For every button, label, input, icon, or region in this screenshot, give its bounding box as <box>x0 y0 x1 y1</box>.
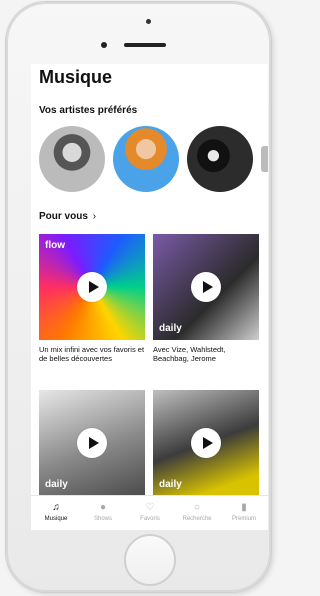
front-camera <box>146 19 151 24</box>
artist-avatar-peek[interactable] <box>261 146 268 172</box>
tab-favoris[interactable]: ♡ Favoris <box>127 502 173 528</box>
tab-label-musique: Musique <box>44 516 68 522</box>
tab-recherche[interactable]: ○ Recherche <box>174 502 220 528</box>
bars-icon: ▮ <box>241 502 247 513</box>
home-button[interactable] <box>124 534 176 586</box>
tab-bar: ♫ Musique ● Shows ♡ Favoris ○ Recherche … <box>31 495 268 530</box>
artist-avatar-1[interactable] <box>39 126 105 192</box>
tab-premium[interactable]: ▮ Premium <box>221 502 267 528</box>
daily-card-2[interactable]: daily <box>39 390 145 496</box>
music-note-icon: ♫ <box>52 502 60 513</box>
daily-description-1: Avec Vize, Wahlstedt, Beachbag, Jerome <box>153 345 226 363</box>
favorites-section-title: Vos artistes préférés <box>39 105 138 116</box>
flow-card[interactable]: flow <box>39 234 145 340</box>
play-icon[interactable] <box>191 428 221 458</box>
search-icon: ○ <box>193 502 201 513</box>
tab-label-recherche: Recherche <box>182 516 212 522</box>
page-title: Musique <box>39 67 113 87</box>
tab-label-shows: Shows <box>93 516 112 522</box>
tab-label-premium: Premium <box>231 516 256 522</box>
flow-badge: flow <box>45 240 65 251</box>
tab-shows[interactable]: ● Shows <box>80 502 126 528</box>
daily-badge: daily <box>159 323 182 334</box>
tab-label-favoris: Favoris <box>140 516 160 522</box>
daily-badge: daily <box>45 479 68 490</box>
artist-avatar-3[interactable] <box>187 126 253 192</box>
play-icon[interactable] <box>77 272 107 302</box>
daily-card-3[interactable]: daily <box>153 390 259 496</box>
heart-icon: ♡ <box>145 502 155 513</box>
artist-avatar-2[interactable] <box>113 126 179 192</box>
earpiece-speaker <box>124 43 166 47</box>
chevron-right-icon: › <box>92 211 97 222</box>
daily-card-1[interactable]: daily <box>153 234 259 340</box>
tab-musique[interactable]: ♫ Musique <box>33 502 79 528</box>
play-icon[interactable] <box>77 428 107 458</box>
flow-description: Un mix infini avec vos favoris et de bel… <box>39 345 145 363</box>
phone-frame: Musique Vos artistes préférés Pour vous … <box>6 2 271 592</box>
play-icon[interactable] <box>191 272 221 302</box>
microphone-icon: ● <box>99 502 107 513</box>
sensor-icon <box>101 42 107 48</box>
for-you-title: Pour vous <box>39 211 88 222</box>
for-you-section-title[interactable]: Pour vous › <box>39 211 96 222</box>
app-screen: Musique Vos artistes préférés Pour vous … <box>31 64 268 530</box>
daily-badge: daily <box>159 479 182 490</box>
